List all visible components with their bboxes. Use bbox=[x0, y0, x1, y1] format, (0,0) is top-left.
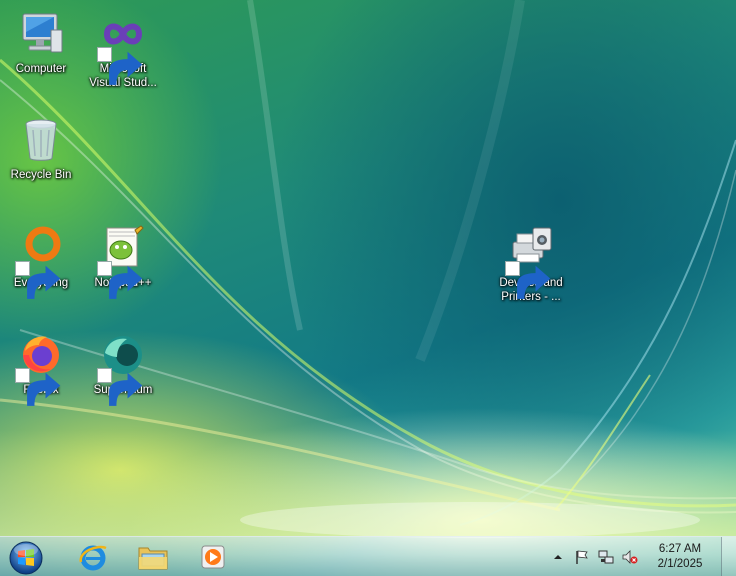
desktop-icon-notepad-plus-plus[interactable]: Notepad++ bbox=[84, 220, 162, 310]
clock[interactable]: 6:27 AM 2/1/2025 bbox=[650, 542, 710, 572]
volume-muted-icon[interactable] bbox=[622, 549, 638, 565]
devices-printers-icon bbox=[505, 224, 555, 299]
show-desktop-button[interactable] bbox=[721, 537, 736, 576]
visual-studio-icon bbox=[97, 10, 147, 85]
network-icon[interactable] bbox=[598, 549, 614, 565]
shortcut-arrow-icon bbox=[97, 47, 143, 85]
desktop-icon-computer[interactable]: Computer bbox=[2, 6, 80, 96]
clock-time: 6:27 AM bbox=[658, 543, 702, 555]
windows-orb-icon bbox=[9, 541, 43, 575]
supermium-icon bbox=[97, 331, 147, 406]
desktop-icon-label: Computer bbox=[15, 63, 67, 75]
taskbar-internet-explorer[interactable] bbox=[66, 540, 120, 574]
start-button[interactable] bbox=[8, 540, 44, 576]
media-player-icon bbox=[201, 545, 225, 569]
show-hidden-icons-arrow[interactable] bbox=[550, 549, 566, 565]
desktop-icon-supermium[interactable]: Supermium bbox=[84, 327, 162, 417]
everything-icon bbox=[15, 224, 65, 299]
desktop-icon-recycle-bin[interactable]: Recycle Bin bbox=[2, 112, 80, 202]
taskbar-media-player[interactable] bbox=[186, 540, 240, 574]
desktop-icon-devices-printers[interactable]: Devices and Printers - ... bbox=[492, 220, 570, 310]
internet-explorer-icon bbox=[79, 545, 107, 571]
desktop-icon-visual-studio[interactable]: Microsoft Visual Stud... bbox=[84, 6, 162, 96]
shortcut-arrow-icon bbox=[97, 261, 143, 299]
shortcut-arrow-icon bbox=[97, 368, 143, 406]
taskbar: 6:27 AM 2/1/2025 bbox=[0, 536, 736, 576]
folder-icon bbox=[138, 547, 168, 570]
computer-icon bbox=[17, 10, 65, 58]
desktop[interactable]: Computer Microsoft Visual Stud... Recycl… bbox=[0, 0, 736, 576]
notepad-plus-plus-icon bbox=[97, 224, 147, 299]
shortcut-arrow-icon bbox=[505, 261, 551, 299]
desktop-icon-everything[interactable]: Everything bbox=[2, 220, 80, 310]
system-tray: 6:27 AM 2/1/2025 bbox=[536, 537, 736, 576]
shortcut-arrow-icon bbox=[15, 368, 61, 406]
desktop-icon-firefox[interactable]: Firefox bbox=[2, 327, 80, 417]
firefox-icon bbox=[15, 331, 65, 406]
action-center-flag-icon[interactable] bbox=[574, 549, 590, 565]
taskbar-windows-explorer[interactable] bbox=[126, 540, 180, 574]
shortcut-arrow-icon bbox=[15, 261, 61, 299]
recycle-bin-icon bbox=[17, 116, 65, 164]
desktop-icon-label: Recycle Bin bbox=[10, 169, 72, 181]
clock-date: 2/1/2025 bbox=[657, 558, 703, 570]
